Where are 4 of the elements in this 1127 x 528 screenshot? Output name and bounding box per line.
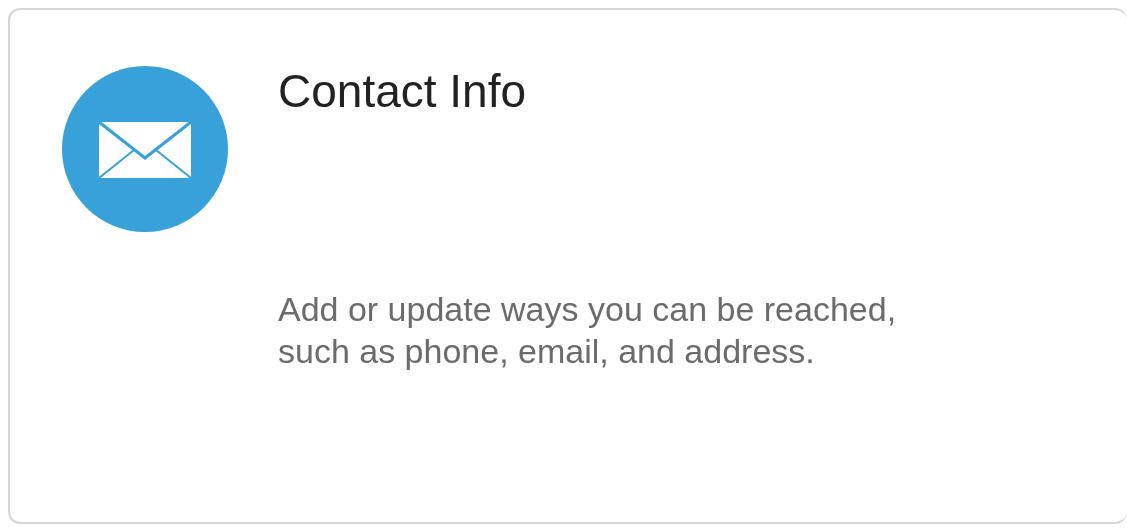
card-description: Add or update ways you can be reached, such as phone, email, and address. xyxy=(278,289,897,372)
envelope-icon xyxy=(62,66,228,232)
card-title: Contact Info xyxy=(278,64,528,118)
contact-card[interactable]: Contact Info Add or update ways you can be reached, such as phone, email, and address. xyxy=(8,8,1127,524)
